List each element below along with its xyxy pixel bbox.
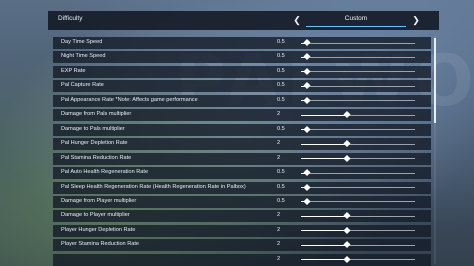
setting-value: 0.5 (277, 39, 285, 45)
world-settings-panel: Difficulty ❮ Custom ❯ Day Time Speed 0.5 N… (48, 0, 439, 266)
setting-value: 2 (277, 111, 281, 118)
slider-handle[interactable] (303, 125, 311, 133)
setting-slider[interactable] (301, 53, 415, 61)
setting-slider[interactable] (301, 226, 415, 234)
setting-label: Pal Stamina Reduction Rate (61, 154, 132, 161)
setting-value: 0.5 (277, 197, 285, 204)
setting-row[interactable]: Pal Sleep Health Regeneration Rate (Heal… (53, 181, 431, 194)
setting-row[interactable]: Day Time Speed 0.5 (53, 37, 431, 49)
difficulty-label: Difficulty (58, 15, 83, 22)
setting-slider[interactable] (301, 96, 415, 104)
setting-row[interactable]: Night Time Speed 0.5 (53, 51, 431, 64)
slider-handle[interactable] (343, 154, 351, 162)
setting-value: 0.5 (277, 125, 285, 132)
setting-label: Damage from Player multiplier (61, 197, 137, 204)
setting-row[interactable]: EXP Rate 0.5 (53, 65, 431, 78)
setting-slider[interactable] (301, 169, 415, 177)
slider-handle[interactable] (343, 241, 351, 249)
slider-handle[interactable] (303, 53, 311, 61)
slider-handle[interactable] (303, 38, 311, 47)
setting-value: 2 (277, 241, 281, 248)
slider-fill (301, 244, 347, 246)
slider-handle[interactable] (343, 140, 351, 148)
setting-slider[interactable] (301, 183, 415, 191)
setting-row[interactable]: Pal Hunger Depletion Rate 2 (53, 138, 431, 151)
difficulty-underline (306, 26, 406, 27)
setting-slider[interactable] (301, 212, 415, 220)
slider-handle[interactable] (303, 96, 311, 104)
setting-slider[interactable] (301, 197, 415, 205)
setting-slider[interactable] (301, 140, 415, 148)
setting-value: 2 (277, 212, 281, 219)
setting-label: Player Hunger Depletion Rate (61, 226, 136, 233)
setting-slider[interactable] (301, 67, 415, 75)
difficulty-row[interactable]: Difficulty ❮ Custom ❯ (48, 11, 439, 30)
setting-row[interactable]: Damage to Pals multiplier 0.5 (53, 123, 431, 136)
setting-label: Pal Auto Health Regeneration Rate (61, 169, 149, 176)
setting-row[interactable]: Pal Capture Rate 0.5 (53, 80, 431, 93)
setting-value: 2 (277, 226, 281, 233)
setting-slider[interactable] (301, 241, 415, 249)
setting-label: Day Time Speed (61, 39, 103, 45)
setting-label: Night Time Speed (61, 53, 106, 60)
setting-value: 2 (277, 255, 281, 262)
setting-label: Pal Hunger Depletion Rate (61, 140, 128, 147)
setting-value: 0.5 (277, 169, 285, 176)
setting-label: Player Stamina Reduction Rate (61, 241, 140, 248)
slider-fill (301, 259, 347, 261)
difficulty-value: Custom (344, 15, 368, 22)
setting-value: 2 (277, 140, 281, 147)
slider-fill (301, 230, 347, 232)
slider-handle[interactable] (343, 111, 351, 119)
setting-slider[interactable] (301, 38, 415, 47)
setting-row[interactable]: Damage from Player multiplier 0.5 (53, 195, 431, 208)
slider-fill (301, 158, 347, 160)
setting-value: 0.5 (277, 96, 285, 103)
slider-fill (301, 114, 347, 116)
slider-handle[interactable] (343, 212, 351, 220)
slider-handle[interactable] (343, 226, 351, 234)
slider-handle[interactable] (303, 183, 311, 191)
setting-label: Pal Capture Rate (61, 82, 104, 89)
scrollbar-thumb[interactable] (434, 38, 436, 123)
setting-value: 2 (277, 154, 281, 161)
slider-handle[interactable] (343, 255, 351, 263)
slider-handle[interactable] (303, 67, 311, 75)
slider-handle[interactable] (303, 169, 311, 177)
setting-label: Damage to Pals multiplier (61, 125, 125, 132)
setting-value: 0.5 (277, 183, 285, 190)
slider-fill (301, 215, 347, 217)
setting-row[interactable]: Damage from Pals multiplier 2 (53, 109, 431, 122)
setting-label: Damage from Pals multiplier (61, 111, 132, 118)
setting-slider[interactable] (301, 125, 415, 133)
setting-label: EXP Rate (61, 67, 86, 74)
setting-row[interactable]: Player Hunger Depletion Rate 2 (53, 224, 431, 237)
setting-label: Pal Sleep Health Regeneration Rate (Heal… (61, 183, 246, 190)
setting-label: Pal Appearance Rate *Note: Affects game … (61, 96, 198, 103)
setting-slider[interactable] (301, 255, 415, 263)
setting-slider[interactable] (301, 111, 415, 119)
setting-row[interactable]: 2 (53, 253, 431, 266)
setting-row[interactable]: Player Stamina Reduction Rate 2 (53, 239, 431, 252)
slider-handle[interactable] (303, 197, 311, 205)
slider-fill (301, 143, 347, 145)
setting-slider[interactable] (301, 154, 415, 162)
setting-row[interactable]: Pal Appearance Rate *Note: Affects game … (53, 94, 431, 107)
slider-handle[interactable] (303, 82, 311, 90)
setting-row[interactable]: Damage to Player multiplier 2 (53, 210, 431, 223)
setting-row[interactable]: Pal Stamina Reduction Rate 2 (53, 152, 431, 165)
setting-value: 0.5 (277, 82, 285, 89)
chevron-left-icon[interactable]: ❮ (291, 13, 303, 27)
setting-value: 0.5 (277, 67, 285, 74)
setting-label: Damage to Player multiplier (61, 212, 130, 219)
chevron-right-icon[interactable]: ❯ (410, 13, 422, 27)
setting-value: 0.5 (277, 53, 285, 60)
setting-slider[interactable] (301, 82, 415, 90)
setting-row[interactable]: Pal Auto Health Regeneration Rate 0.5 (53, 167, 431, 180)
